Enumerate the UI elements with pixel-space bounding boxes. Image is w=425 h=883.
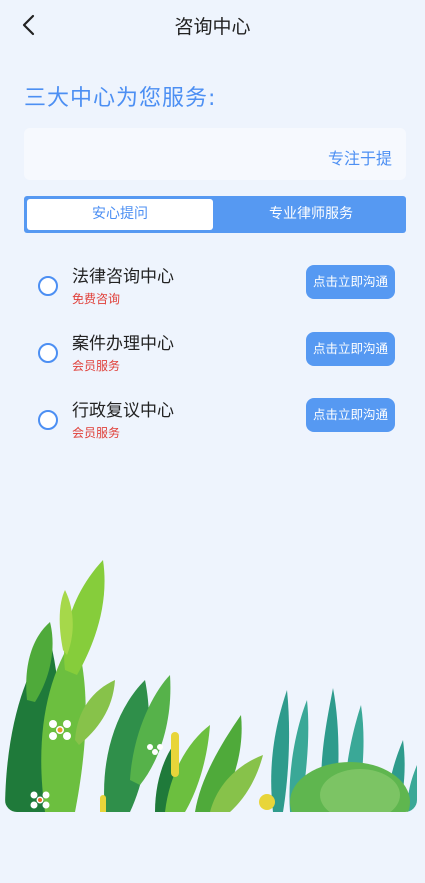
tab-ask[interactable]: 安心提问 <box>27 199 213 230</box>
service-item-case-handling: 案件办理中心 会员服务 点击立即沟通 <box>24 331 406 387</box>
contact-now-button[interactable]: 点击立即沟通 <box>306 398 395 432</box>
radio-button[interactable] <box>38 276 58 296</box>
tab-lawyer-service[interactable]: 专业律师服务 <box>216 196 406 233</box>
service-subtitle: 会员服务 <box>72 359 121 373</box>
contact-now-button[interactable]: 点击立即沟通 <box>306 265 395 299</box>
notice-marquee: 专注于提 <box>24 128 406 180</box>
service-name: 法律咨询中心 <box>72 267 174 287</box>
page-title: 咨询中心 <box>174 16 251 38</box>
tab-bar: 安心提问 专业律师服务 <box>24 196 406 233</box>
service-subtitle: 会员服务 <box>72 426 121 440</box>
marquee-text: 专注于提 <box>327 149 392 168</box>
service-subtitle: 免费咨询 <box>72 292 121 306</box>
radio-button[interactable] <box>38 343 58 363</box>
service-name: 案件办理中心 <box>72 334 174 354</box>
section-heading: 三大中心为您服务: <box>24 86 217 111</box>
service-item-admin-review: 行政复议中心 会员服务 点击立即沟通 <box>24 398 406 454</box>
contact-now-button[interactable]: 点击立即沟通 <box>306 332 395 366</box>
service-item-legal-consult: 法律咨询中心 免费咨询 点击立即沟通 <box>24 264 406 320</box>
radio-button[interactable] <box>38 410 58 430</box>
top-bar: 咨询中心 <box>0 0 425 50</box>
service-name: 行政复议中心 <box>72 401 174 421</box>
plant-illustration <box>5 560 417 812</box>
